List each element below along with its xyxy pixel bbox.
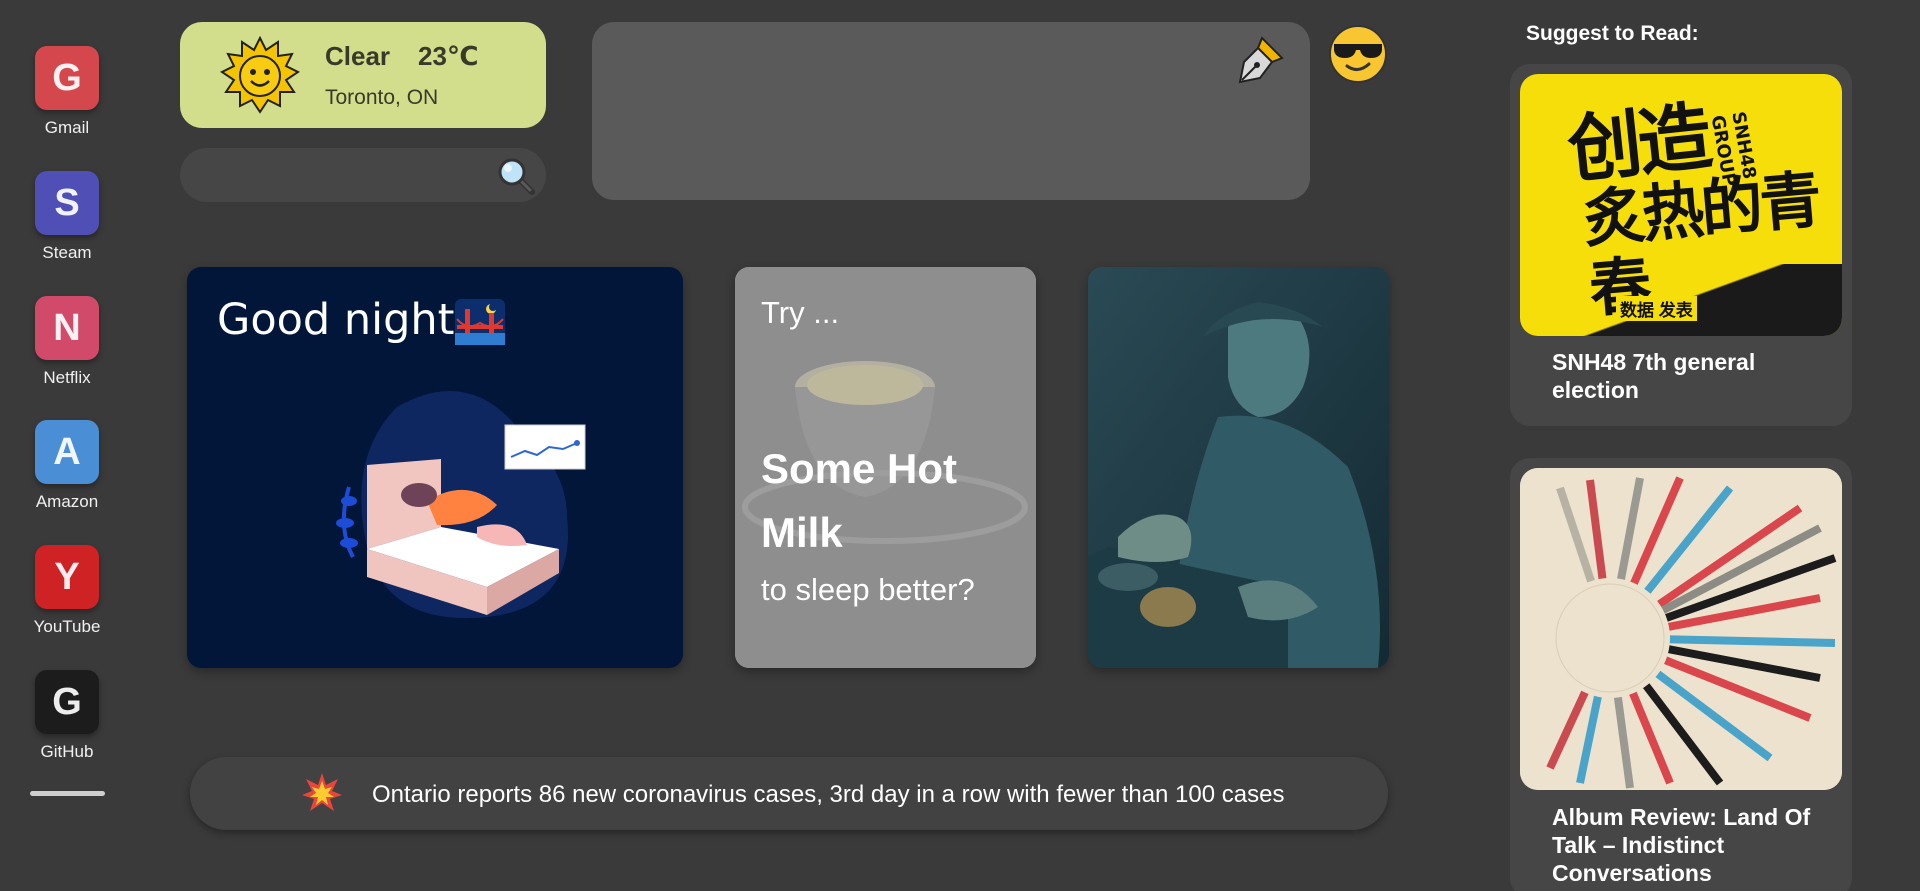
youtube-icon[interactable]: Y [35, 545, 99, 609]
poster-tag: 数据 发表 [1616, 296, 1697, 321]
art-card[interactable] [1088, 267, 1389, 668]
milk-prefix: Try ... [761, 295, 840, 330]
bridge-at-night-icon [455, 299, 505, 345]
greeting-text: Good night [217, 295, 455, 345]
news-ticker[interactable]: Ontario reports 86 new coronavirus cases… [190, 757, 1388, 830]
weather-location: Toronto, ON [325, 86, 439, 109]
sidebar-item-gmail[interactable]: G Gmail [0, 46, 134, 138]
suggest-card-album[interactable]: Album Review: Land Of Talk – Indistinct … [1510, 458, 1852, 891]
search-bar [180, 148, 546, 202]
suggest-title-text: Album Review: Land Of Talk – Indistinct … [1552, 804, 1811, 886]
sidebar-item-label: Steam [42, 243, 92, 262]
weather-condition: Clear [325, 41, 391, 71]
suggest-card-snh48[interactable]: 创造 炙热的青春 SNH48 GROUP 数据 发表 SNH48 7th gen… [1510, 64, 1852, 426]
sidebar-item-youtube[interactable]: Y YouTube [0, 545, 134, 637]
sidebar-item-netflix[interactable]: N Netflix [0, 296, 134, 388]
news-headline[interactable]: Ontario reports 86 new coronavirus cases… [372, 781, 1284, 809]
note-area[interactable] [592, 22, 1310, 200]
blind-man-painting-image [1088, 267, 1389, 668]
collision-icon [302, 773, 342, 811]
sidebar-item-label: Netflix [43, 368, 91, 387]
sidebar-item-github[interactable]: G GitHub [0, 670, 134, 762]
sidebar-item-label: YouTube [33, 617, 101, 636]
sidebar-item-amazon[interactable]: A Amazon [0, 420, 134, 512]
snh48-poster-image: 创造 炙热的青春 SNH48 GROUP 数据 发表 [1520, 74, 1842, 336]
search-input[interactable] [200, 148, 480, 202]
netflix-icon[interactable]: N [35, 296, 99, 360]
hot-milk-card[interactable]: Try ... Some Hot Milk to sleep better? [735, 267, 1036, 668]
fountain-pen-icon[interactable] [1232, 32, 1288, 88]
steam-icon[interactable]: S [35, 171, 99, 235]
good-night-card[interactable]: Good night [187, 267, 683, 668]
radial-lines-art [1520, 468, 1842, 790]
weather-widget: Clear 23℃ Toronto, ON [180, 22, 546, 128]
milk-subline: to sleep better? [761, 572, 975, 607]
album-cover-image [1520, 468, 1842, 790]
sleeping-illustration [336, 391, 586, 619]
suggest-title: Suggest to Read: [1526, 22, 1699, 45]
sidebar-item-label: GitHub [40, 742, 94, 761]
amazon-icon[interactable]: A [35, 420, 99, 484]
sidebar-item-steam[interactable]: S Steam [0, 171, 134, 263]
sidebar-item-label: Amazon [35, 492, 99, 511]
sunglasses-face-icon[interactable] [1326, 22, 1390, 86]
sun-with-face-icon [220, 36, 300, 114]
sidebar-divider [30, 791, 105, 796]
weather-temperature: 23℃ [418, 41, 479, 71]
sidebar-item-label: Gmail [44, 118, 90, 137]
github-icon[interactable]: G [35, 670, 99, 734]
sidebar: G Gmail S Steam N Netflix A Amazon Y You… [0, 0, 134, 891]
milk-headline: Some Hot Milk [761, 445, 958, 556]
suggest-title-text: SNH48 7th general election [1552, 349, 1756, 403]
gmail-icon[interactable]: G [35, 46, 99, 110]
magnifying-glass-icon[interactable] [496, 156, 536, 196]
